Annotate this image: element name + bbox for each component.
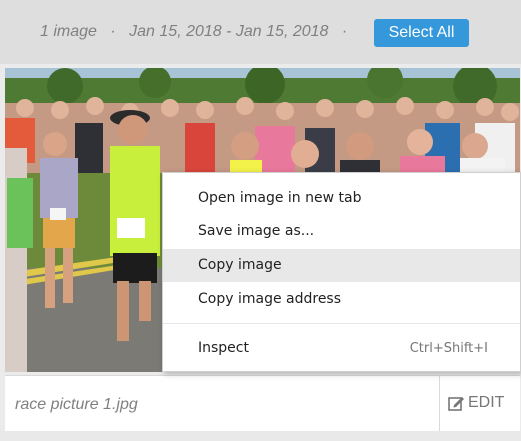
separator-dot: · bbox=[110, 23, 116, 40]
menu-item-copy-image-address[interactable]: Copy image address bbox=[163, 283, 520, 316]
gallery-header: 1 image · Jan 15, 2018 - Jan 15, 2018 · … bbox=[0, 0, 521, 64]
gallery-summary: 1 image · Jan 15, 2018 - Jan 15, 2018 · bbox=[40, 23, 356, 41]
date-range: Jan 15, 2018 - Jan 15, 2018 bbox=[129, 23, 329, 40]
edit-icon bbox=[448, 397, 464, 411]
image-count: 1 image bbox=[40, 23, 97, 40]
context-menu: Open image in new tab Save image as... C… bbox=[162, 172, 521, 372]
menu-item-save-image-as[interactable]: Save image as... bbox=[163, 215, 520, 248]
menu-shortcut: Ctrl+Shift+I bbox=[409, 341, 488, 356]
menu-item-inspect[interactable]: Inspect Ctrl+Shift+I bbox=[163, 332, 520, 365]
menu-item-open-image-new-tab[interactable]: Open image in new tab bbox=[163, 182, 520, 215]
image-card-footer: race picture 1.jpg EDIT bbox=[5, 375, 520, 431]
edit-label: EDIT bbox=[468, 394, 505, 411]
menu-item-label: Inspect bbox=[198, 340, 249, 356]
menu-item-copy-image[interactable]: Copy image bbox=[163, 249, 520, 282]
bottom-strip bbox=[0, 431, 521, 441]
menu-separator bbox=[163, 323, 520, 324]
divider bbox=[439, 376, 440, 431]
select-all-button[interactable]: Select All bbox=[374, 19, 469, 47]
separator-dot: · bbox=[341, 23, 348, 40]
image-filename: race picture 1.jpg bbox=[15, 396, 138, 413]
edit-button[interactable]: EDIT bbox=[448, 394, 504, 412]
